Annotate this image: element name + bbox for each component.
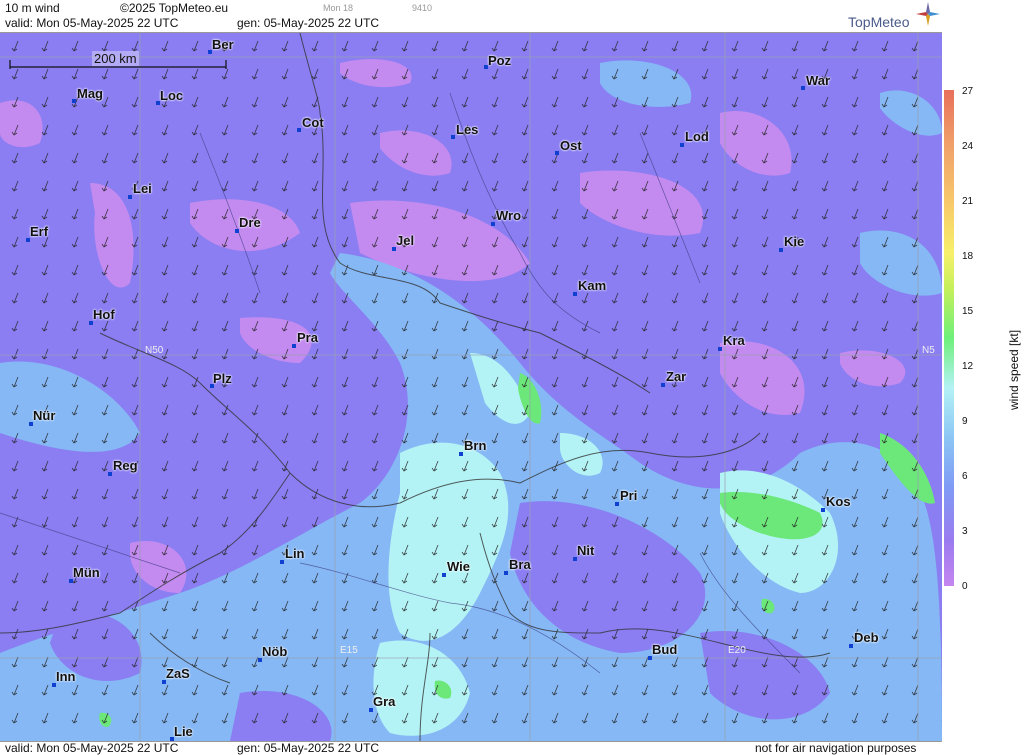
city-label[interactable]: Loc xyxy=(160,88,183,103)
city-label[interactable]: Hof xyxy=(93,307,115,322)
city-label[interactable]: Bud xyxy=(652,642,677,657)
city-label[interactable]: Lod xyxy=(685,129,709,144)
city-label[interactable]: Jel xyxy=(396,233,414,248)
city-label[interactable]: Cot xyxy=(302,115,324,130)
city-label[interactable]: Poz xyxy=(488,53,511,68)
wind-map[interactable]: 200 km N50 N5 E15 E20 Ber Poz War Mag Lo… xyxy=(0,33,942,741)
city-marker xyxy=(292,344,296,348)
city-label[interactable]: Kam xyxy=(578,278,606,293)
footer-valid: valid: Mon 05-May-2025 22 UTC xyxy=(5,741,179,755)
city-marker xyxy=(108,472,112,476)
city-label[interactable]: Lin xyxy=(285,546,305,561)
city-label[interactable]: Nöb xyxy=(262,644,287,659)
legend-colorbar xyxy=(944,90,954,586)
city-label[interactable]: Mag xyxy=(77,86,103,101)
city-marker xyxy=(821,508,825,512)
legend-tick: 15 xyxy=(962,306,974,317)
legend-tick: 18 xyxy=(962,251,974,262)
city-label[interactable]: Ber xyxy=(212,37,234,52)
city-marker xyxy=(297,128,301,132)
legend-tick: 3 xyxy=(962,526,968,537)
footer-gen: gen: 05-May-2025 22 UTC xyxy=(237,741,380,755)
grid-label-e15: E15 xyxy=(340,645,358,656)
city-label[interactable]: Mün xyxy=(73,565,100,580)
city-label[interactable]: Inn xyxy=(56,669,76,684)
city-label[interactable]: War xyxy=(806,73,830,88)
brand-logo-text: TopMeteo xyxy=(848,14,910,30)
city-marker xyxy=(718,347,722,351)
city-label[interactable]: Nit xyxy=(577,543,594,558)
legend-tick: 27 xyxy=(962,86,974,97)
city-label[interactable]: Brn xyxy=(464,438,486,453)
run-label: Mon 18 xyxy=(323,3,354,13)
city-marker xyxy=(801,86,805,90)
legend-tick: 12 xyxy=(962,361,974,372)
city-marker xyxy=(72,99,76,103)
city-label[interactable]: Les xyxy=(456,122,478,137)
map-header: 10 m wind ©2025 TopMeteo.eu Mon 18 9410 … xyxy=(0,0,942,33)
city-label[interactable]: Kie xyxy=(784,234,804,249)
city-marker xyxy=(128,195,132,199)
city-marker xyxy=(491,222,495,226)
city-marker xyxy=(459,452,463,456)
city-label[interactable]: Plz xyxy=(213,371,232,386)
legend-tick: 24 xyxy=(962,141,974,152)
grid-label-n50-right: N5 xyxy=(922,345,935,356)
scale-label: 200 km xyxy=(92,51,139,66)
city-marker xyxy=(615,502,619,506)
city-label[interactable]: Pra xyxy=(297,330,318,345)
legend-tick: 21 xyxy=(962,196,974,207)
city-label[interactable]: Reg xyxy=(113,458,138,473)
city-marker xyxy=(451,135,455,139)
city-label[interactable]: Lie xyxy=(174,724,193,739)
copyright: ©2025 TopMeteo.eu xyxy=(120,1,229,15)
city-label[interactable]: Lei xyxy=(133,181,152,196)
legend-tick: 0 xyxy=(962,581,968,592)
city-marker xyxy=(849,644,853,648)
wind-field xyxy=(0,33,942,741)
grid-label-n50: N50 xyxy=(145,345,164,356)
city-label[interactable]: Zar xyxy=(666,369,686,384)
legend-tick: 9 xyxy=(962,416,968,427)
footer-notice: not for air navigation purposes xyxy=(755,741,917,755)
city-marker xyxy=(779,248,783,252)
city-label[interactable]: Dre xyxy=(239,215,261,230)
city-marker xyxy=(680,143,684,147)
city-label[interactable]: Wie xyxy=(447,559,470,574)
city-marker xyxy=(555,151,559,155)
city-label[interactable]: Gra xyxy=(373,694,395,709)
run-code: 9410 xyxy=(412,3,433,13)
grid-label-e20: E20 xyxy=(728,645,746,656)
legend-tick: 6 xyxy=(962,471,968,482)
city-label[interactable]: Nür xyxy=(33,408,55,423)
compass-logo-icon xyxy=(916,2,940,26)
city-label[interactable]: Ost xyxy=(560,138,582,153)
city-marker xyxy=(442,573,446,577)
city-label[interactable]: Pri xyxy=(620,488,637,503)
city-label[interactable]: Erf xyxy=(30,224,48,239)
city-label[interactable]: ZaS xyxy=(166,666,190,681)
gen-time: gen: 05-May-2025 22 UTC xyxy=(237,16,380,30)
city-label[interactable]: Kra xyxy=(723,333,745,348)
city-marker xyxy=(573,292,577,296)
city-label[interactable]: Bra xyxy=(509,557,531,572)
city-label[interactable]: Kos xyxy=(826,494,851,509)
map-footer: valid: Mon 05-May-2025 22 UTC gen: 05-Ma… xyxy=(0,741,942,755)
city-label[interactable]: Deb xyxy=(854,630,879,645)
city-marker xyxy=(661,383,665,387)
city-label[interactable]: Wro xyxy=(496,208,521,223)
legend-unit-label: wind speed [kt] xyxy=(1007,329,1021,410)
city-marker xyxy=(504,571,508,575)
valid-time: valid: Mon 05-May-2025 22 UTC xyxy=(5,16,179,30)
product-title: 10 m wind xyxy=(5,1,60,15)
city-marker xyxy=(280,560,284,564)
